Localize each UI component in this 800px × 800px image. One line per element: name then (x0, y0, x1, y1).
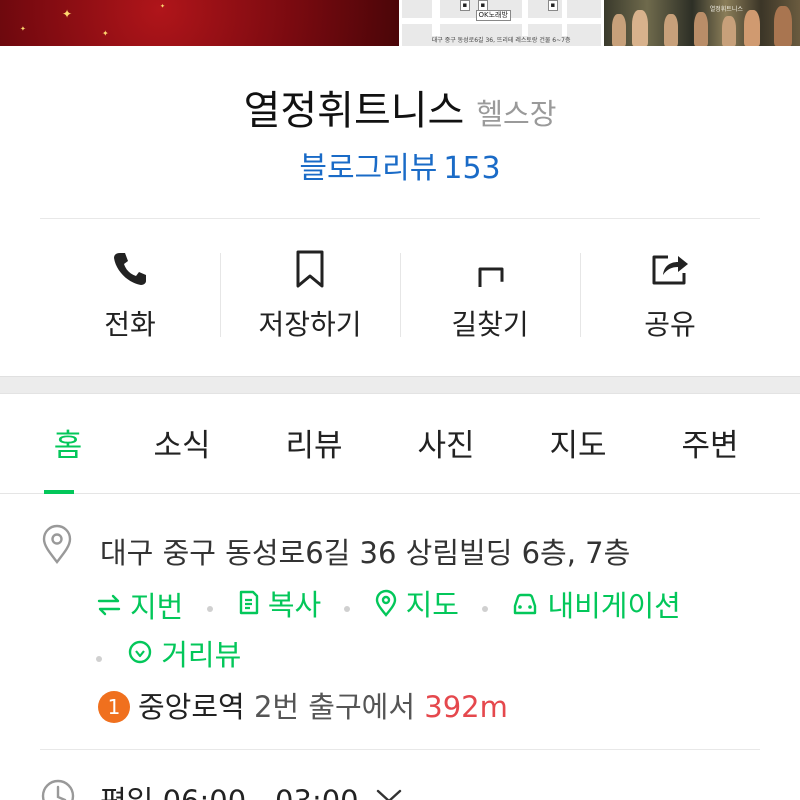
save-button[interactable]: 저장하기 (220, 243, 400, 343)
street-view-link[interactable]: 거리뷰 (127, 632, 241, 674)
map-label: 지도 (405, 588, 459, 622)
address-text: 대구 중구 동성로6길 36 상림빌딩 6층, 7층 (100, 536, 631, 570)
phone-icon (114, 253, 146, 285)
map-pin-marker: ▪ (459, 0, 471, 11)
subway-station: 중앙로역 (138, 690, 245, 724)
place-name: 열정휘트니스 (243, 88, 465, 134)
tab-nearby[interactable]: 주변 (644, 394, 776, 493)
share-button[interactable]: 공유 (580, 243, 760, 343)
tab-map[interactable]: 지도 (512, 394, 644, 493)
tab-news[interactable]: 소식 (116, 394, 248, 493)
blog-review-link[interactable]: 블로그리뷰 153 (0, 143, 800, 187)
directions-button[interactable]: 길찾기 (400, 243, 580, 343)
share-icon (652, 255, 688, 285)
location-pin-icon (42, 524, 72, 564)
place-category: 헬스장 (476, 97, 557, 131)
car-icon (514, 593, 537, 615)
street-view-label: 거리뷰 (161, 638, 242, 672)
action-bar: 전화 저장하기 길찾기 공유 (40, 243, 760, 343)
sparkle-icon: ✦ (160, 3, 166, 10)
call-label: 전화 (104, 308, 156, 341)
share-label: 공유 (644, 308, 696, 341)
photo-thumbnail-map[interactable]: ▪ ▪ OK노래방 ▪ 대구 중구 동성로6길 36, 뜨리테 레스토랑 건물 … (401, 0, 601, 46)
chevron-down-icon[interactable] (374, 786, 404, 800)
place-header: 열정휘트니스 헬스장 (0, 78, 800, 136)
section-separator (0, 376, 800, 394)
map-pin-marker: ▪ (547, 0, 559, 11)
map-pin-label: OK노래방 (475, 10, 511, 21)
save-label: 저장하기 (258, 308, 362, 341)
call-button[interactable]: 전화 (40, 243, 220, 343)
clock-icon (41, 779, 75, 800)
subway-exit: 2번 출구에서 (253, 690, 416, 724)
divider (40, 749, 760, 750)
sparkle-icon: ✦ (102, 29, 109, 38)
gym-sign: 열정휘트니스 (709, 6, 743, 13)
directions-label: 길찾기 (451, 308, 529, 341)
sparkle-icon: ✦ (20, 25, 26, 33)
photo-strip[interactable]: ✦ ✦ ✦ ✦ ▪ ▪ OK노래방 ▪ 대구 중구 동성로6길 36, 뜨리테 … (0, 0, 800, 46)
address-actions: 지번 복사 지도 내비게이션 (96, 582, 681, 626)
street-view-icon (129, 640, 152, 664)
swap-icon (97, 594, 121, 616)
tab-bar: 홈 소식 리뷰 사진 지도 주변 (0, 394, 800, 494)
address-actions-row2: 거리뷰 (96, 632, 241, 674)
jibun-label: 지번 (130, 590, 184, 624)
copy-link[interactable]: 복사 (236, 582, 321, 624)
directions-icon (478, 267, 504, 287)
subway-line-badge: 1 (98, 691, 130, 723)
hours-text: 평일 06:00 - 03:00 (100, 778, 359, 800)
bookmark-icon (296, 250, 324, 288)
subway-distance: 392m (424, 690, 508, 724)
photo-thumbnail-promo[interactable]: ✦ ✦ ✦ ✦ (0, 0, 399, 46)
divider (40, 218, 760, 219)
photo-thumbnail-gym[interactable]: 열정휘트니스 (603, 0, 800, 46)
sparkle-icon: ✦ (62, 7, 73, 21)
tab-home[interactable]: 홈 (20, 394, 116, 494)
tab-photos[interactable]: 사진 (380, 394, 512, 493)
jibun-link[interactable]: 지번 (96, 584, 183, 626)
map-pin-icon (375, 589, 396, 617)
tab-reviews[interactable]: 리뷰 (248, 394, 380, 493)
blog-review-label: 블로그리뷰 (299, 151, 438, 186)
navigation-label: 내비게이션 (547, 589, 681, 623)
subway-info: 1 중앙로역 2번 출구에서 392m (98, 684, 508, 726)
map-caption: 대구 중구 동성로6길 36, 뜨리테 레스토랑 건물 6~7층 (431, 37, 571, 44)
navigation-link[interactable]: 내비게이션 (511, 583, 681, 625)
map-link[interactable]: 지도 (374, 582, 459, 624)
copy-label: 복사 (267, 588, 322, 622)
copy-icon (239, 590, 259, 615)
blog-review-count: 153 (443, 151, 501, 186)
